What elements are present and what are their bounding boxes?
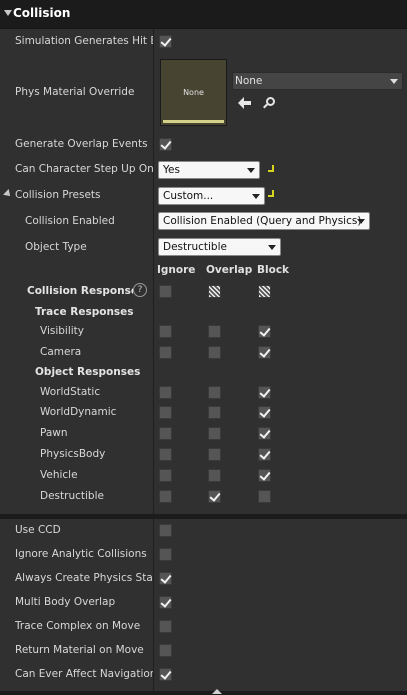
collision-enabled-label: Collision Enabled xyxy=(25,215,115,227)
phys-material-value: None xyxy=(235,75,263,87)
sim-generates-hit-events-checkbox[interactable] xyxy=(159,35,172,48)
phys-material-combo[interactable]: None xyxy=(232,72,403,90)
scroll-grip-icon[interactable] xyxy=(212,689,222,694)
vehicle-block-checkbox[interactable] xyxy=(258,469,271,482)
use-ccd-label: Use CCD xyxy=(15,524,61,536)
collision-presets-label: Collision Presets xyxy=(15,189,101,201)
always-create-physics-state-checkbox[interactable] xyxy=(159,572,172,585)
object-type-value: Destructible xyxy=(163,241,227,253)
object-channel-label: WorldStatic xyxy=(40,386,101,398)
physicsbody-overlap-checkbox[interactable] xyxy=(208,448,221,461)
generate-overlap-events-label: Generate Overlap Events xyxy=(15,138,148,150)
column-divider[interactable] xyxy=(153,519,154,691)
section-title: Collision xyxy=(13,6,71,20)
worldstatic-overlap-checkbox[interactable] xyxy=(208,386,221,399)
return-material-on-move-label: Return Material on Move xyxy=(15,644,144,656)
can-ever-affect-navigation-label: Can Ever Affect Navigation xyxy=(15,668,153,680)
camera-block-checkbox[interactable] xyxy=(258,346,271,359)
ignore-analytic-collisions-checkbox[interactable] xyxy=(159,548,172,561)
always-create-physics-state-label: Always Create Physics State xyxy=(15,572,153,584)
search-icon[interactable] xyxy=(262,96,276,110)
column-header-overlap: Overlap xyxy=(206,264,253,276)
object-channel-label: Vehicle xyxy=(40,469,78,481)
object-channel-label: Destructible xyxy=(40,490,104,502)
worlddynamic-overlap-checkbox[interactable] xyxy=(208,406,221,419)
destructible-ignore-checkbox[interactable] xyxy=(159,490,172,503)
object-type-dropdown[interactable]: Destructible xyxy=(158,238,281,256)
return-material-on-move-checkbox[interactable] xyxy=(159,644,172,657)
help-icon[interactable]: ? xyxy=(133,283,147,297)
collision-enabled-dropdown[interactable]: Collision Enabled (Query and Physics) xyxy=(158,212,370,230)
can-character-step-up-label: Can Character Step Up On xyxy=(15,163,153,175)
physicsbody-block-checkbox[interactable] xyxy=(258,448,271,461)
collision-responses-label: Collision Responses xyxy=(27,285,133,297)
pawn-ignore-checkbox[interactable] xyxy=(159,427,172,440)
reset-to-default-icon[interactable] xyxy=(268,165,279,175)
column-header-ignore: Ignore xyxy=(157,264,196,276)
multi-body-overlap-checkbox[interactable] xyxy=(159,596,172,609)
worlddynamic-ignore-checkbox[interactable] xyxy=(159,406,172,419)
chevron-down-icon xyxy=(390,79,398,84)
trace-channel-label: Camera xyxy=(40,346,82,358)
use-ccd-checkbox[interactable] xyxy=(159,524,172,537)
object-responses-label: Object Responses xyxy=(35,366,141,378)
collision-presets-value: Custom... xyxy=(163,190,214,202)
can-character-step-up-dropdown[interactable]: Yes xyxy=(158,161,260,179)
destructible-block-checkbox[interactable] xyxy=(258,490,271,503)
chevron-down-icon xyxy=(268,245,276,250)
multi-body-overlap-label: Multi Body Overlap xyxy=(15,596,116,608)
phys-material-thumbnail[interactable]: None xyxy=(160,59,227,126)
object-channel-label: WorldDynamic xyxy=(40,406,117,418)
column-header-block: Block xyxy=(257,264,290,276)
can-ever-affect-navigation-checkbox[interactable] xyxy=(159,668,172,681)
chevron-down-icon[interactable] xyxy=(4,10,12,16)
object-type-label: Object Type xyxy=(25,241,87,253)
object-channel-label: PhysicsBody xyxy=(40,448,106,460)
collision-section-header[interactable]: Collision xyxy=(0,0,407,29)
camera-overlap-checkbox[interactable] xyxy=(208,346,221,359)
step-up-value: Yes xyxy=(163,164,180,176)
sim-generates-hit-events-label: Simulation Generates Hit Events xyxy=(15,35,153,47)
trace-complex-on-move-checkbox[interactable] xyxy=(159,620,172,633)
object-channel-label: Pawn xyxy=(40,427,68,439)
worlddynamic-block-checkbox[interactable] xyxy=(258,406,271,419)
all-overlap-checkbox[interactable] xyxy=(208,285,221,298)
trace-channel-label: Visibility xyxy=(40,325,85,337)
trace-complex-on-move-label: Trace Complex on Move xyxy=(15,620,141,632)
visibility-block-checkbox[interactable] xyxy=(258,325,271,338)
worldstatic-block-checkbox[interactable] xyxy=(258,386,271,399)
pawn-block-checkbox[interactable] xyxy=(258,427,271,440)
vehicle-overlap-checkbox[interactable] xyxy=(208,469,221,482)
all-block-checkbox[interactable] xyxy=(258,285,271,298)
vehicle-ignore-checkbox[interactable] xyxy=(159,469,172,482)
pawn-overlap-checkbox[interactable] xyxy=(208,427,221,440)
destructible-overlap-checkbox[interactable] xyxy=(208,490,221,503)
chevron-down-icon xyxy=(252,194,260,199)
thumbnail-color-bar xyxy=(163,120,224,123)
chevron-down-icon xyxy=(247,168,255,173)
chevron-down-icon xyxy=(357,219,365,224)
bottom-bar xyxy=(0,691,407,695)
column-divider[interactable] xyxy=(153,29,154,514)
trace-responses-label: Trace Responses xyxy=(35,306,134,318)
phys-material-override-label: Phys Material Override xyxy=(15,86,135,98)
collision-presets-dropdown[interactable]: Custom... xyxy=(158,187,265,205)
arrow-left-icon[interactable] xyxy=(238,97,251,109)
all-ignore-checkbox[interactable] xyxy=(159,285,172,298)
reset-to-default-icon[interactable] xyxy=(268,190,279,200)
ignore-analytic-collisions-label: Ignore Analytic Collisions xyxy=(15,548,147,560)
camera-ignore-checkbox[interactable] xyxy=(159,346,172,359)
visibility-overlap-checkbox[interactable] xyxy=(208,325,221,338)
worldstatic-ignore-checkbox[interactable] xyxy=(159,386,172,399)
thumbnail-text: None xyxy=(183,88,204,97)
visibility-ignore-checkbox[interactable] xyxy=(159,325,172,338)
collision-enabled-value: Collision Enabled (Query and Physics) xyxy=(163,215,362,227)
generate-overlap-events-checkbox[interactable] xyxy=(159,138,172,151)
physicsbody-ignore-checkbox[interactable] xyxy=(159,448,172,461)
